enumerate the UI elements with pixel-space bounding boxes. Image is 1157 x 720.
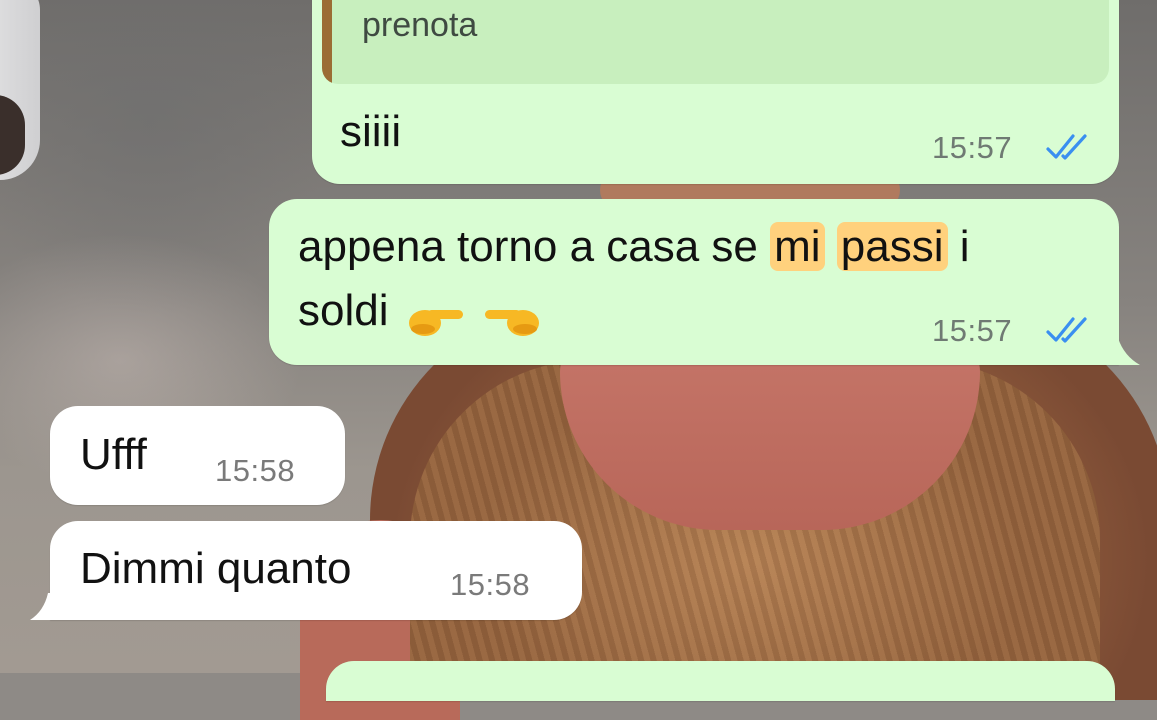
quoted-message-text: prenota <box>362 6 478 44</box>
read-receipt-icon <box>1046 317 1087 343</box>
highlighted-word[interactable]: mi <box>770 222 825 271</box>
message-time: 15:58 <box>450 567 531 602</box>
message-bubble-outgoing-partial[interactable] <box>326 661 1115 701</box>
message-bubble-incoming[interactable]: Ufff 15:58 <box>50 406 345 505</box>
message-time: 15:57 <box>932 313 1013 348</box>
read-receipt-icon <box>1046 134 1087 160</box>
message-text-part: i <box>947 222 970 271</box>
bubble-tail-outgoing <box>1112 338 1140 365</box>
message-text: siiii <box>340 107 402 156</box>
message-text-part: appena torno a casa se <box>298 222 771 271</box>
message-text-part: soldi <box>298 286 389 335</box>
message-bubble-outgoing[interactable]: prenota siiii 15:57 <box>312 0 1119 184</box>
message-text: Ufff <box>80 430 147 479</box>
highlighted-word[interactable]: passi <box>836 222 948 271</box>
message-text-space <box>825 222 837 271</box>
bubble-tail-incoming <box>30 593 52 620</box>
backhand-index-pointing-right-icon <box>407 293 465 337</box>
message-text: Dimmi quanto <box>80 544 352 593</box>
message-bubble-incoming[interactable]: Dimmi quanto 15:58 <box>50 521 582 620</box>
quoted-message[interactable]: prenota <box>322 0 1109 84</box>
message-time: 15:57 <box>932 130 1013 165</box>
backhand-index-pointing-left-icon <box>483 293 541 337</box>
message-time: 15:58 <box>215 453 296 488</box>
quote-accent-bar <box>322 0 332 84</box>
message-bubble-outgoing[interactable]: appena torno a casa se mi passi i soldi … <box>269 199 1119 365</box>
